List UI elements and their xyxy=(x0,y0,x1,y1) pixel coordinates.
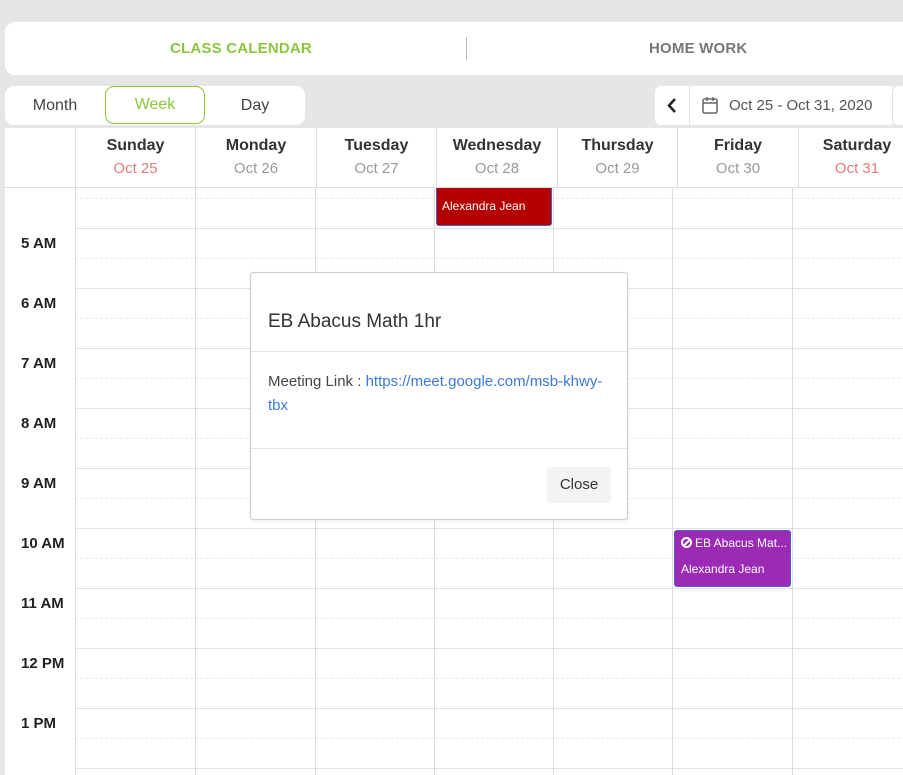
day-date: Oct 26 xyxy=(233,160,279,177)
event-details-modal: EB Abacus Math 1hr Meeting Link : https:… xyxy=(250,272,628,520)
day-header-sunday: Sunday Oct 25 xyxy=(75,128,195,188)
tab-home-work[interactable]: HOME WORK xyxy=(649,22,747,75)
modal-divider xyxy=(251,351,627,352)
column-divider xyxy=(75,188,76,775)
modal-divider xyxy=(251,448,627,449)
event-title-text: EB Abacus Mat... xyxy=(695,536,788,550)
day-header-wednesday: Wednesday Oct 28 xyxy=(436,128,557,188)
time-label: 11 AM xyxy=(21,595,64,612)
calendar-event-wednesday[interactable]: Alexandra Jean xyxy=(436,184,552,226)
view-week-button[interactable]: Week xyxy=(105,86,205,124)
view-switcher: Month Week Day xyxy=(5,86,305,125)
day-header-row: Sunday Oct 25 Monday Oct 26 Tuesday Oct 27 Wed… xyxy=(5,128,903,188)
date-navigator: Oct 25 - Oct 31, 2020 xyxy=(655,86,895,125)
day-date: Oct 27 xyxy=(354,160,399,177)
day-header-friday: Friday Oct 30 xyxy=(677,128,798,188)
time-slot-line xyxy=(75,708,903,709)
time-slot-line xyxy=(75,618,903,619)
column-divider xyxy=(792,188,793,775)
time-label: 6 AM xyxy=(21,295,57,312)
day-header-monday: Monday Oct 26 xyxy=(195,128,316,188)
cancelled-icon xyxy=(681,537,692,548)
event-attendee: Alexandra Jean xyxy=(681,562,765,576)
close-button[interactable]: Close xyxy=(547,467,611,503)
time-slot-line xyxy=(75,588,903,589)
chevron-left-icon xyxy=(667,98,676,113)
day-header-saturday: Saturday Oct 31 xyxy=(798,128,903,188)
modal-body: Meeting Link : https://meet.google.com/m… xyxy=(268,370,608,418)
day-name: Friday xyxy=(713,137,762,154)
event-title: EB Abacus Mat... xyxy=(681,536,787,550)
column-divider xyxy=(195,188,196,775)
day-name: Monday xyxy=(225,137,287,154)
view-month-button[interactable]: Month xyxy=(5,86,105,125)
day-header-thursday: Thursday Oct 29 xyxy=(557,128,677,188)
day-name: Thursday xyxy=(581,137,654,154)
view-day-button[interactable]: Day xyxy=(205,86,305,125)
tab-divider xyxy=(466,37,467,60)
time-label: 12 PM xyxy=(21,655,65,672)
time-label: 10 AM xyxy=(21,535,65,552)
previous-week-button[interactable] xyxy=(655,86,690,125)
modal-title: EB Abacus Math 1hr xyxy=(268,311,442,332)
day-date: Oct 25 xyxy=(113,160,158,177)
day-date: Oct 31 xyxy=(834,160,880,177)
time-slot-line xyxy=(75,528,903,529)
time-slot-line xyxy=(75,768,903,769)
date-range-label[interactable]: Oct 25 - Oct 31, 2020 xyxy=(729,86,872,125)
day-name: Saturday xyxy=(822,137,892,154)
meeting-link-label: Meeting Link : xyxy=(268,373,366,390)
day-name: Sunday xyxy=(106,137,165,154)
day-date: Oct 28 xyxy=(474,160,520,177)
day-name: Tuesday xyxy=(344,137,409,154)
time-slot-line xyxy=(75,648,903,649)
time-slot-line xyxy=(75,258,903,259)
column-divider xyxy=(672,188,673,775)
day-date: Oct 29 xyxy=(595,160,640,177)
time-label: 5 AM xyxy=(21,235,57,252)
tab-class-calendar[interactable]: CLASS CALENDAR xyxy=(170,22,312,75)
time-label: 8 AM xyxy=(21,415,57,432)
day-name: Wednesday xyxy=(452,137,542,154)
time-label: 7 AM xyxy=(21,355,57,372)
time-slot-line xyxy=(75,678,903,679)
day-date: Oct 30 xyxy=(715,160,761,177)
time-slot-line xyxy=(75,228,903,229)
calendar-event-friday[interactable]: EB Abacus Mat... Alexandra Jean xyxy=(674,530,791,587)
time-label: 9 AM xyxy=(21,475,57,492)
event-attendee: Alexandra Jean xyxy=(442,199,526,213)
day-header-tuesday: Tuesday Oct 27 xyxy=(316,128,436,188)
top-navigation: CLASS CALENDAR HOME WORK xyxy=(5,22,903,75)
next-week-button[interactable] xyxy=(892,86,903,125)
time-label: 1 PM xyxy=(21,715,57,732)
calendar-icon xyxy=(702,97,718,114)
time-slot-line xyxy=(75,738,903,739)
